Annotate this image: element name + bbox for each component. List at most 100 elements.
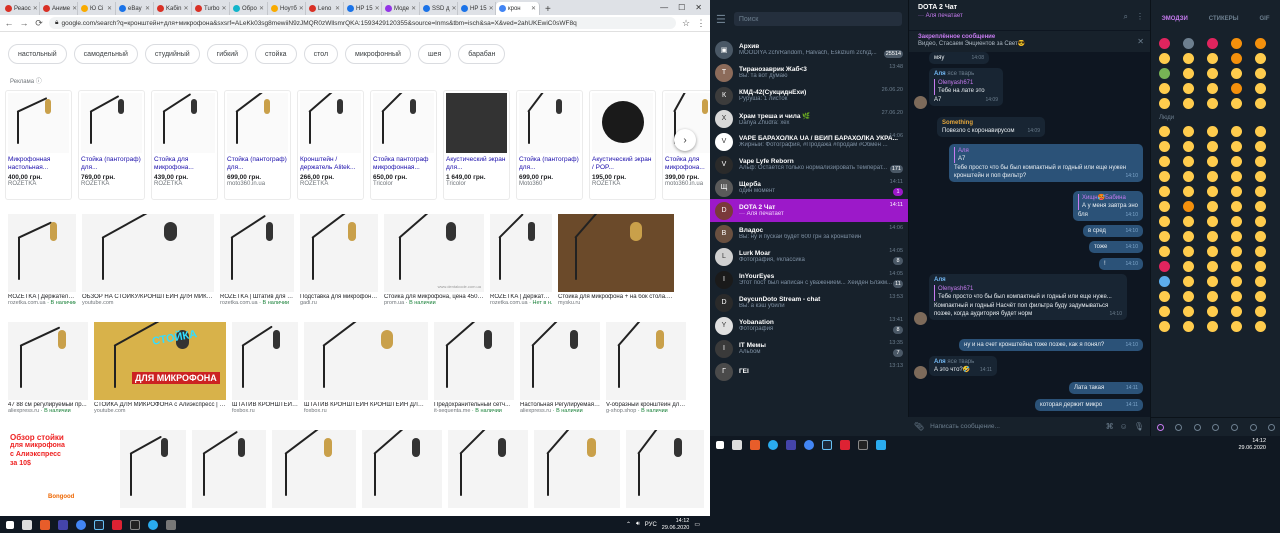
taskbar-calculator-icon[interactable] [22, 519, 32, 530]
image-result[interactable]: ROZETKA | Держател... rozetka.com.ua · Не… [490, 214, 552, 306]
emoji-icon[interactable] [1183, 38, 1194, 49]
tab-gif[interactable]: GIF [1259, 16, 1269, 22]
image-result[interactable] [534, 430, 620, 508]
emoji-icon[interactable] [1183, 291, 1194, 302]
image-result[interactable] [272, 430, 356, 508]
emoji-icon[interactable] [1255, 171, 1266, 182]
taskbar-app-icon[interactable] [786, 439, 796, 450]
chat-list-item[interactable]: D DeycunDoto Stream - chat Вы: а кэш убили… [710, 291, 908, 314]
emoji-icon[interactable] [1159, 141, 1170, 152]
emoji-icon[interactable] [1231, 38, 1242, 49]
emoji-icon[interactable] [1207, 231, 1218, 242]
taskbar-steam-icon[interactable] [822, 439, 832, 450]
emoji-icon[interactable] [1183, 53, 1194, 64]
image-result[interactable]: www.dentalcode.com.ua Стойка для микрофон… [384, 214, 484, 306]
emoji-icon[interactable] [1231, 306, 1242, 317]
emoji-icon[interactable] [1183, 321, 1194, 332]
emoji-icon[interactable] [1159, 306, 1170, 317]
browser-tab[interactable]: Реаос ✕ [2, 2, 40, 15]
emoji-icon[interactable] [1159, 171, 1170, 182]
product-card[interactable]: Акустический экран / POP... 195,00 грн. RO… [589, 90, 656, 200]
image-result[interactable] [362, 430, 442, 508]
chat-list-item[interactable]: Г ГЕI 13:13 [710, 360, 908, 383]
emoji-icon[interactable] [1183, 261, 1194, 272]
chat-list-item[interactable]: Х Храм треша и чила 🌿 Danya Zhudra: хех 27.… [710, 107, 908, 130]
microphone-icon[interactable]: 🎙︎ [1134, 422, 1144, 431]
taskbar-media-icon[interactable] [40, 519, 50, 530]
search-chip[interactable]: самодельный [73, 44, 138, 64]
browser-tab[interactable]: Ю Ci ✕ [78, 2, 116, 15]
tab-close-icon[interactable]: ✕ [72, 5, 77, 12]
emoji-icon[interactable] [1231, 261, 1242, 272]
taskbar-app2-icon[interactable] [112, 519, 122, 530]
windows-start-icon[interactable] [6, 520, 14, 529]
image-result[interactable] [448, 430, 528, 508]
emoji-icon[interactable] [1255, 276, 1266, 287]
chat-list-item[interactable]: Y Yobanation Фотография 13:41 8 [710, 314, 908, 337]
commands-icon[interactable]: ⌘ [1106, 422, 1114, 431]
message-bubble[interactable]: мяу 14:08 [929, 52, 989, 64]
browser-tab[interactable]: Leno ✕ [306, 2, 344, 15]
chat-list-item[interactable]: L Lurk Moar Фотография, #классика 14:05 8 [710, 245, 908, 268]
message-bubble[interactable]: которая держит микро 14:11 [1035, 399, 1143, 411]
search-icon[interactable]: ⌕ [1124, 12, 1128, 22]
product-card[interactable]: Кронштейн / держатель Alitek... 266,00 гр… [297, 90, 364, 200]
tab-close-icon[interactable]: ✕ [33, 5, 38, 12]
tab-close-icon[interactable]: ✕ [531, 5, 536, 12]
product-card[interactable]: Стойка (пантограф) для... 769,00 грн. ROZE… [78, 90, 145, 200]
emoji-icon[interactable] [1207, 53, 1218, 64]
emoji-icon[interactable] [1207, 201, 1218, 212]
emoji-icon[interactable] [1231, 216, 1242, 227]
emoji-icon[interactable] [1231, 186, 1242, 197]
search-chip[interactable]: стол [303, 44, 339, 64]
emoji-icon[interactable] [1255, 186, 1266, 197]
emoji-icon[interactable] [1159, 216, 1170, 227]
avatar[interactable] [914, 96, 927, 109]
emoji-icon[interactable] [1255, 261, 1266, 272]
emoji-icon[interactable] [1183, 171, 1194, 182]
image-result[interactable]: ШТАТИВ КРОНШТЕЙН... foxbox.ru [232, 322, 298, 414]
emoji-icon[interactable] [1159, 261, 1170, 272]
language-indicator[interactable]: РУС [645, 522, 657, 528]
browser-tab[interactable]: HP 15 ✕ [458, 2, 496, 15]
emoji-icon[interactable] [1255, 306, 1266, 317]
attach-icon[interactable]: 📎︎ [914, 422, 924, 431]
emoji-icon[interactable] [1255, 98, 1266, 109]
emoji-icon[interactable] [1231, 201, 1242, 212]
image-result[interactable]: 47 88 см регулируемый пр... aliexpress.ru… [8, 322, 88, 414]
emoji-icon[interactable] [1207, 291, 1218, 302]
search-chip[interactable]: барабан [458, 44, 506, 64]
browser-tab[interactable]: Ноутб ✕ [268, 2, 306, 15]
emoji-icon[interactable] [1207, 246, 1218, 257]
message-bubble[interactable]: ! 14:10 [1099, 258, 1143, 270]
emoji-icon[interactable] [1183, 186, 1194, 197]
windows-start-icon[interactable] [716, 440, 724, 449]
emoji-icon[interactable] [1231, 171, 1242, 182]
emoji-icon[interactable] [1255, 38, 1266, 49]
nature-category-icon[interactable] [1193, 423, 1201, 431]
emoji-icon[interactable] [1207, 83, 1218, 94]
image-result[interactable] [120, 430, 186, 508]
avatar[interactable] [914, 312, 927, 325]
tab-close-icon[interactable]: ✕ [221, 5, 226, 12]
message-bubble[interactable]: в сред 14:10 [1083, 225, 1143, 237]
message-bubble[interactable]: ну и на счет кронштейна тоже позже, как … [959, 339, 1143, 351]
image-result[interactable]: ОБЗОР НА СТОЙКУ/КРОНШТЕЙН ДЛЯ МИКРОФ... y… [82, 214, 214, 306]
taskbar-app3-icon[interactable] [166, 519, 176, 530]
emoji-icon[interactable] [1231, 321, 1242, 332]
emoji-icon[interactable] [1183, 156, 1194, 167]
emoji-icon[interactable] [1255, 246, 1266, 257]
message-bubble[interactable]: Аля Olenyash671 Тебе просто что бы был ко… [929, 274, 1127, 320]
chat-list-item[interactable]: В Владос Вы: ну и пускай будет 600 грн за … [710, 222, 908, 245]
emoji-icon[interactable] [1183, 231, 1194, 242]
image-result[interactable]: ROZETKA | Штатив для м... rozetka.com.ua … [220, 214, 294, 306]
tab-close-icon[interactable]: ✕ [299, 5, 304, 12]
tab-close-icon[interactable]: ✕ [183, 5, 188, 12]
menu-dots-icon[interactable]: ⋮ [696, 18, 706, 29]
chat-list-item[interactable]: V VAPE БАРАХОЛКА UA / ВЕЙП БАРАХОЛКА УКРА… [710, 130, 908, 153]
image-result[interactable]: V-образный кронштейн для ... g-shop.shop … [606, 322, 686, 414]
browser-tab[interactable]: Обро ✕ [230, 2, 268, 15]
chat-list-item[interactable]: I IT Мемы Альбом 13:35 7 [710, 337, 908, 360]
emoji-icon[interactable] [1207, 261, 1218, 272]
emoji-icon[interactable] [1159, 83, 1170, 94]
